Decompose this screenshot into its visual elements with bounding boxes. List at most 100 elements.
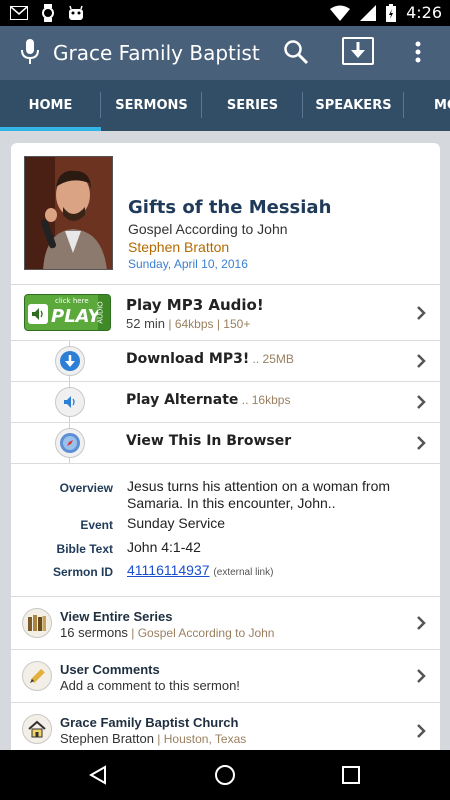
tab-label: MO [434, 98, 450, 113]
app-title: Grace Family Baptist [53, 41, 260, 65]
speaker-icon [28, 304, 48, 324]
chevron-right-icon [417, 669, 426, 683]
audio-duration: 52 min [126, 316, 166, 331]
church-title: Grace Family Baptist Church [60, 715, 239, 730]
user-comments-sub: Add a comment to this sermon! [60, 678, 240, 693]
download-icon [351, 42, 365, 58]
android-icon [69, 5, 83, 20]
chevron-right-icon [417, 354, 426, 368]
tab-label: SPEAKERS [315, 98, 392, 113]
signal-icon [360, 4, 377, 21]
overflow-menu-icon[interactable] [414, 40, 422, 66]
speaker-photo [24, 156, 113, 270]
download-circle [55, 346, 85, 376]
tab-series[interactable]: SERIES [202, 80, 303, 131]
microphone-icon[interactable] [20, 39, 40, 65]
bible-text-value: John 4:1-42 [127, 539, 201, 555]
view-browser-row[interactable]: View This In Browser [11, 423, 440, 464]
tab-sermons[interactable]: SERMONS [101, 80, 202, 131]
watch-icon [42, 4, 54, 22]
series-name: Gospel According to John [137, 626, 275, 640]
play-audio-badge[interactable]: click here PLAY AUDIO [24, 294, 111, 331]
view-series-title: View Entire Series [60, 609, 173, 624]
pencil-icon [30, 668, 45, 684]
battery-icon [386, 3, 397, 22]
tab-label: HOME [28, 98, 73, 113]
sermon-id-link[interactable]: 41116114937 [127, 562, 210, 578]
tab-speakers[interactable]: SPEAKERS [303, 80, 404, 131]
download-row[interactable]: Download MP3! .. 25MB [11, 341, 440, 382]
chevron-right-icon [417, 724, 426, 738]
chevron-right-icon [417, 305, 426, 320]
tab-home[interactable]: HOME [0, 80, 101, 131]
tab-more[interactable]: MO [404, 80, 450, 131]
badge-side: AUDIO [97, 295, 110, 330]
compass-icon [60, 433, 80, 453]
audio-info: 64kbps | 150+ [174, 317, 251, 331]
comments-circle [22, 661, 52, 691]
user-comments-row[interactable]: User Comments Add a comment to this serm… [11, 650, 440, 703]
sermon-details: Overview Jesus turns his attention on a … [11, 464, 440, 597]
app-bar: Grace Family Baptist [0, 26, 450, 80]
sermon-speaker[interactable]: Stephen Bratton [128, 239, 229, 255]
badge-top-text: click here [55, 297, 89, 305]
overview-value: Jesus turns his attention on a woman fro… [127, 478, 391, 511]
chevron-right-icon [417, 616, 426, 630]
status-bar: 4:26 [0, 0, 450, 26]
sermon-id-label: Sermon ID [52, 565, 113, 579]
tab-label: SERIES [226, 98, 279, 113]
wifi-icon [330, 5, 351, 21]
browser-circle [55, 428, 85, 458]
sermon-date: Sunday, April 10, 2016 [128, 257, 248, 271]
home-button-icon[interactable] [214, 764, 236, 786]
alternate-label: Play Alternate [126, 392, 239, 408]
download-title: Download MP3! .. 25MB [126, 351, 294, 367]
view-series-details: 16 sermons | Gospel According to John [60, 625, 274, 640]
chevron-right-icon [417, 395, 426, 409]
alternate-title: Play Alternate .. 16kbps [126, 392, 290, 408]
recents-icon[interactable] [342, 766, 360, 784]
badge-play-text: PLAY [51, 306, 101, 327]
church-details: Stephen Bratton | Houston, Texas [60, 731, 246, 746]
home-icon [28, 720, 46, 738]
event-label: Event [80, 518, 113, 532]
mail-icon [10, 6, 28, 20]
alternate-bitrate: .. 16kbps [238, 393, 291, 407]
chevron-right-icon [417, 436, 426, 450]
separator: | [127, 626, 138, 640]
download-button[interactable] [342, 37, 374, 65]
church-location: Houston, Texas [163, 732, 247, 746]
view-browser-title: View This In Browser [126, 433, 292, 449]
badge-side-text: AUDIO [97, 301, 105, 324]
search-icon[interactable] [283, 39, 309, 65]
user-comments-title: User Comments [60, 662, 160, 677]
clock: 4:26 [406, 3, 442, 22]
download-arrow-icon [60, 351, 80, 371]
event-value: Sunday Service [127, 515, 226, 531]
play-audio-details: 52 min | 64kbps | 150+ [126, 316, 250, 331]
sermon-card: Gifts of the Messiah Gospel According to… [11, 143, 440, 763]
sermon-series[interactable]: Gospel According to John [128, 221, 288, 237]
play-audio-title: Play MP3 Audio! [126, 296, 264, 314]
sermon-header: Gifts of the Messiah Gospel According to… [11, 143, 440, 285]
tab-label: SERMONS [115, 98, 188, 113]
play-alternate-row[interactable]: Play Alternate .. 16kbps [11, 382, 440, 423]
books-icon [28, 615, 46, 631]
sermon-id-value: 41116114937 (external link) [127, 562, 273, 578]
play-audio-row[interactable]: click here PLAY AUDIO Play MP3 Audio! 52… [11, 285, 440, 341]
view-series-row[interactable]: View Entire Series 16 sermons | Gospel A… [11, 597, 440, 650]
separator: | [165, 317, 175, 331]
alternate-circle [55, 387, 85, 417]
navigation-bar [0, 750, 450, 800]
church-circle [22, 714, 52, 744]
bible-text-label: Bible Text [56, 542, 113, 556]
back-icon[interactable] [88, 765, 108, 785]
series-circle [22, 608, 52, 638]
download-label: Download MP3! [126, 351, 250, 367]
speaker-icon [64, 396, 75, 408]
tab-bar: HOME SERMONS SERIES SPEAKERS MO [0, 80, 450, 131]
external-link-note: (external link) [213, 567, 274, 578]
download-size: .. 25MB [249, 352, 294, 366]
sermon-title: Gifts of the Messiah [128, 197, 332, 218]
church-speaker: Stephen Bratton [60, 731, 154, 746]
